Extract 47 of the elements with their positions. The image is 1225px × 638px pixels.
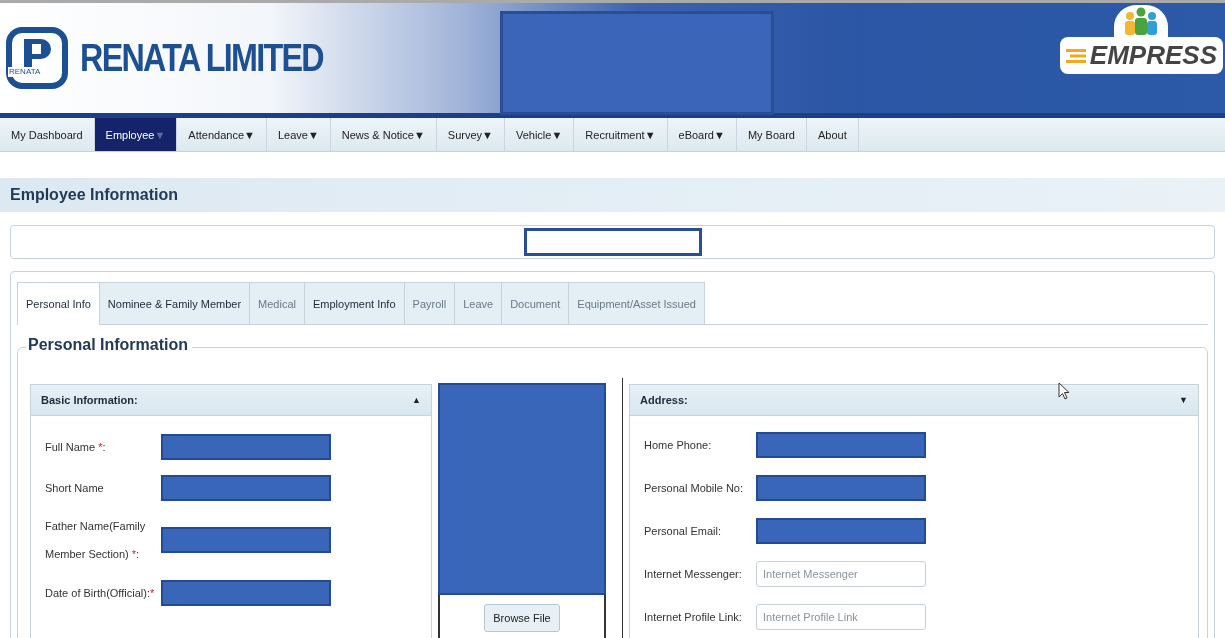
panel-title: Basic Information: [41,394,138,406]
field-label: Personal Mobile No: [644,480,745,496]
field-label: Home Phone: [644,437,713,453]
nav-menu-item[interactable]: My Dashboard [0,118,95,151]
redacted-field[interactable] [756,431,926,458]
nav-menu-item[interactable]: eBoard▼ [667,118,737,151]
tab[interactable]: Employment Info [304,282,405,324]
field-label: Internet Messenger: [644,566,743,582]
redacted-field[interactable] [161,527,331,553]
field-label: Personal Email: [644,523,723,539]
page-title: Employee Information [10,186,179,204]
redacted-field[interactable] [756,517,926,544]
field-label: Date of Birth(Official):* [45,585,156,601]
panel-header[interactable]: Address: ▼ [630,385,1198,416]
panel-header[interactable]: Basic Information: ▲ [31,385,431,416]
redacted-field[interactable] [161,579,331,606]
nav-menu-item[interactable]: About [806,118,859,151]
redacted-field[interactable] [161,474,331,501]
input-field[interactable]: Internet Messenger [756,560,926,587]
tab[interactable]: Nominee & Family Member [98,282,251,324]
nav-menu-item[interactable]: Survey▼ [436,118,505,151]
company-name: RENATA LIMITED [80,36,323,80]
company-logo-icon [6,27,68,89]
nav-menu-item[interactable]: News & Notice▼ [330,118,437,151]
nav-menu-item[interactable]: Employee▼ [94,118,178,151]
logo-caption: RENATA [8,67,42,77]
nav-menu-item[interactable]: Recruitment▼ [574,118,668,151]
employee-select-field[interactable] [523,228,702,256]
input-field[interactable]: Internet Profile Link [756,603,926,630]
field-label: Father Name(Family Member Section) *: [45,519,147,562]
nav-menu-item[interactable]: My Board [736,118,807,151]
redacted-field[interactable] [161,433,331,460]
expand-toggle[interactable]: ▼ [1179,395,1188,405]
panel-title: Address: [640,394,688,406]
field-label: Internet Profile Link: [644,609,743,625]
app-name: EMPRESS [1089,40,1217,71]
field-label: Short Name [45,480,105,496]
speed-lines-icon [1065,47,1088,64]
mouse-cursor-icon [1058,382,1070,400]
nav-menu-item[interactable]: Leave▼ [266,118,331,151]
nav-menu-item[interactable]: Vehicle▼ [504,118,575,151]
nav-menu-item[interactable]: Attendance▼ [177,118,267,151]
collapse-toggle[interactable]: ▲ [412,395,421,405]
redacted-field[interactable] [756,474,926,501]
tab[interactable]: Personal Info [17,282,100,325]
field-label: Full Name *: [45,439,107,455]
browse-file-button[interactable]: Browse File [484,604,560,632]
